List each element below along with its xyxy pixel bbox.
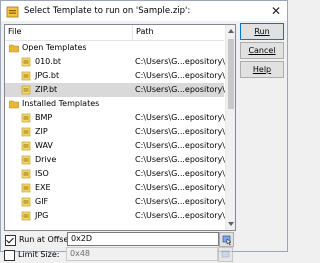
dialog-title: Select Template to run on 'Sample.zip': <box>24 6 191 16</box>
template-path: C:\Users\G...epository\ <box>135 57 225 66</box>
template-row[interactable]: GIF C:\Users\G...epository\ <box>5 195 225 209</box>
template-path: C:\Users\G...epository\ <box>135 127 225 136</box>
template-name: WAV <box>35 141 53 150</box>
template-name: BMP <box>35 113 53 122</box>
template-row[interactable]: BMP C:\Users\G...epository\ <box>5 111 225 125</box>
column-header-path[interactable]: Path <box>136 27 154 36</box>
scroll-down-icon[interactable] <box>228 222 234 226</box>
run-at-offset-label: Run at Offset: <box>19 235 75 244</box>
list-header: File Path <box>5 25 224 41</box>
scrollbar-thumb[interactable] <box>228 39 234 109</box>
template-path: C:\Users\G...epository\ <box>135 71 225 80</box>
template-name: JPG <box>35 211 49 220</box>
run-at-offset-option[interactable]: Run at Offset: <box>5 233 74 247</box>
template-icon <box>6 6 19 17</box>
limit-size-option[interactable]: Limit Size: <box>4 248 64 262</box>
limit-size-picker-button[interactable] <box>218 247 233 262</box>
template-path: C:\Users\G...epository\ <box>135 197 225 206</box>
vertical-scrollbar[interactable] <box>225 25 235 230</box>
template-name: Drive <box>35 155 57 164</box>
template-name: JPG.bt <box>35 71 60 80</box>
template-row[interactable]: 010.bt C:\Users\G...epository\ <box>5 55 225 69</box>
folder-icon <box>9 44 19 53</box>
folder-icon <box>9 100 19 109</box>
template-name: EXE <box>35 183 51 192</box>
cancel-button[interactable]: Cancel <box>240 42 284 59</box>
limit-size-label: Limit Size: <box>18 250 60 259</box>
folder-group-row[interactable]: Open Templates <box>5 41 224 55</box>
template-row[interactable]: ZIP C:\Users\G...epository\ <box>5 125 225 139</box>
cursor-select-icon <box>221 250 230 258</box>
template-path: C:\Users\G...epository\ <box>135 183 225 192</box>
folder-group-label: Open Templates <box>22 43 87 52</box>
run-button-label: Run <box>254 27 270 36</box>
scroll-up-icon[interactable] <box>228 29 234 33</box>
folder-group-label: Installed Templates <box>22 99 100 108</box>
limit-size-input[interactable]: 0x48 <box>66 247 218 261</box>
template-list[interactable]: File Path Open Templates 010.bt C:\Users\G… <box>4 24 236 231</box>
template-row[interactable]: JPG C:\Users\G...epository\ <box>5 209 225 223</box>
template-file-icon <box>21 57 31 67</box>
column-separator[interactable] <box>132 25 133 40</box>
template-path: C:\Users\G...epository\ <box>135 211 225 220</box>
template-path: C:\Users\G...epository\ <box>135 141 225 150</box>
template-row[interactable]: Drive C:\Users\G...epository\ <box>5 153 225 167</box>
help-button-label: Help <box>252 65 272 74</box>
close-button[interactable]: ✕ <box>271 4 281 18</box>
template-path: C:\Users\G...epository\ <box>135 155 225 164</box>
template-row[interactable]: EXE C:\Users\G...epository\ <box>5 181 225 195</box>
template-file-icon <box>21 197 31 207</box>
run-button[interactable]: Run <box>240 23 284 40</box>
template-name: 010.bt <box>35 57 62 66</box>
template-file-icon <box>21 127 31 137</box>
template-name: ZIP <box>35 127 48 136</box>
cursor-select-icon <box>222 235 232 246</box>
template-name: ISO <box>35 169 49 178</box>
help-button[interactable]: Help <box>240 61 284 78</box>
title-bar: Select Template to run on 'Sample.zip': … <box>1 1 287 21</box>
template-file-icon <box>21 155 31 165</box>
template-file-icon <box>21 113 31 123</box>
template-name: ZIP.bt <box>35 85 58 94</box>
template-file-icon <box>21 183 31 193</box>
offset-input[interactable]: 0x2D <box>67 232 219 246</box>
template-path: C:\Users\G...epository\ <box>135 85 225 94</box>
template-row[interactable]: JPG.bt C:\Users\G...epository\ <box>5 69 225 83</box>
template-file-icon <box>21 71 31 81</box>
template-row[interactable]: ISO C:\Users\G...epository\ <box>5 167 225 181</box>
cancel-button-label: Cancel <box>248 46 276 55</box>
template-path: C:\Users\G...epository\ <box>135 113 225 122</box>
select-template-dialog: Select Template to run on 'Sample.zip': … <box>0 0 288 252</box>
template-row[interactable]: ZIP.bt C:\Users\G...epository\ <box>5 83 225 97</box>
list-rows: Open Templates 010.bt C:\Users\G...eposito… <box>5 41 225 223</box>
template-name: GIF <box>35 197 49 206</box>
column-header-file[interactable]: File <box>8 27 21 36</box>
template-file-icon <box>21 85 31 95</box>
template-path: C:\Users\G...epository\ <box>135 169 225 178</box>
template-file-icon <box>21 211 31 221</box>
folder-group-row[interactable]: Installed Templates <box>5 97 224 111</box>
template-row[interactable]: WAV C:\Users\G...epository\ <box>5 139 225 153</box>
template-file-icon <box>21 169 31 179</box>
run-at-offset-checkbox[interactable] <box>5 235 16 246</box>
template-file-icon <box>21 141 31 151</box>
offset-picker-button[interactable] <box>219 232 234 247</box>
